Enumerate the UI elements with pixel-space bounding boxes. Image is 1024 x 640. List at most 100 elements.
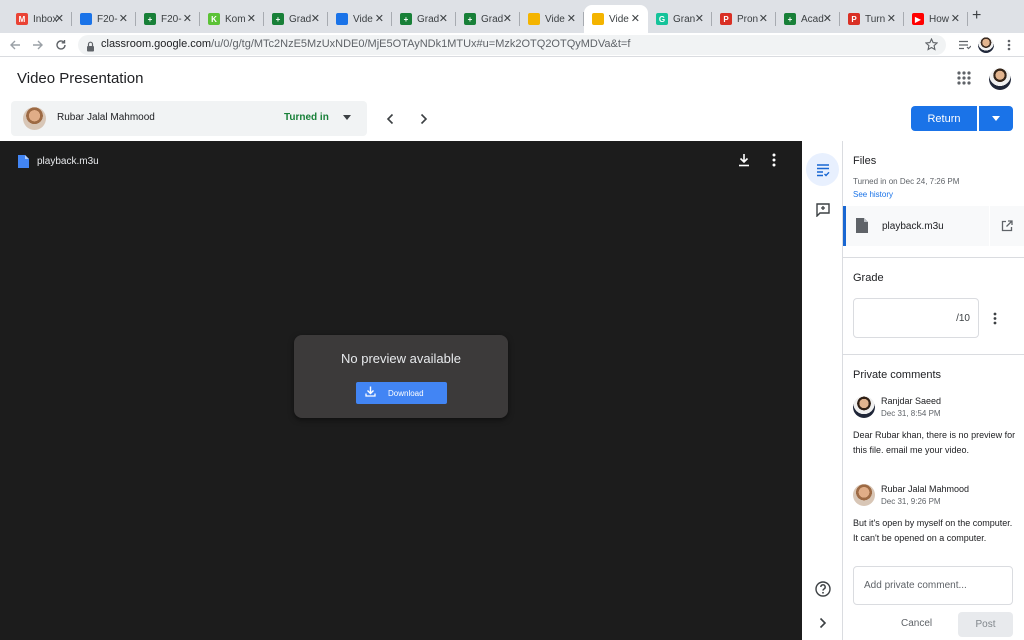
browser-tab[interactable]: + Grad ✕ — [456, 5, 520, 33]
close-icon[interactable]: ✕ — [439, 12, 448, 26]
return-button[interactable]: Return — [911, 106, 977, 131]
checklist-icon — [816, 163, 830, 177]
browser-tab[interactable]: Vide ✕ — [584, 5, 648, 33]
download-icon[interactable] — [737, 153, 751, 172]
see-history-link[interactable]: See history — [853, 190, 893, 199]
section-divider — [843, 354, 1024, 355]
section-divider — [843, 257, 1024, 258]
close-icon[interactable]: ✕ — [695, 12, 704, 26]
browser-tab[interactable]: + Grad ✕ — [392, 5, 456, 33]
collapse-panel-button[interactable] — [806, 606, 839, 639]
viewer-file-name: playback.m3u — [37, 156, 99, 167]
kahoot-icon: K — [208, 13, 220, 25]
slides-icon — [528, 13, 540, 25]
dropdown-arrow-icon — [992, 116, 1000, 121]
gmail-icon: M — [16, 13, 28, 25]
private-comments-heading: Private comments — [853, 369, 942, 381]
turnitin-icon: Ρ — [848, 13, 860, 25]
pronunciation-icon: Ρ — [720, 13, 732, 25]
back-icon[interactable] — [6, 36, 24, 54]
browser-tab[interactable]: + Acad ✕ — [776, 5, 840, 33]
cancel-button[interactable]: Cancel — [901, 618, 932, 629]
chevron-left-icon — [386, 113, 394, 125]
new-tab-icon[interactable]: + — [972, 8, 981, 24]
help-button[interactable] — [806, 572, 839, 605]
url-path: /u/0/g/tg/MTc2NzE5MzUxNDE0/MjE5OTAyNDk1M… — [211, 38, 631, 50]
submission-status: Turned in — [284, 112, 329, 123]
grammarly-icon: G — [656, 13, 668, 25]
grade-input[interactable]: /10 — [853, 298, 979, 338]
grade-more-icon[interactable] — [989, 310, 1001, 326]
close-icon[interactable]: ✕ — [183, 12, 192, 26]
attachment-row: playback.m3u — [843, 206, 1024, 246]
browser-menu-icon[interactable] — [1000, 36, 1018, 54]
address-bar[interactable]: classroom.google.com/u/0/g/tg/MTc2NzE5Mz… — [78, 35, 946, 55]
no-preview-dialog: No preview available Download — [294, 335, 508, 418]
files-grade-tab[interactable] — [806, 153, 839, 186]
close-icon[interactable]: ✕ — [375, 12, 384, 26]
document-file-icon — [18, 155, 29, 173]
browser-tab[interactable]: + F20- ✕ — [136, 5, 200, 33]
close-icon[interactable]: ✕ — [951, 12, 960, 26]
comment-date: Dec 31, 9:26 PM — [881, 497, 941, 506]
browser-tab[interactable]: + Grad ✕ — [264, 5, 328, 33]
browser-tab[interactable]: K Kom ✕ — [200, 5, 264, 33]
browser-tab[interactable]: Ρ Pron ✕ — [712, 5, 776, 33]
close-icon[interactable]: ✕ — [823, 12, 832, 26]
bookmark-star-icon[interactable] — [924, 37, 939, 56]
tab-label: Turn — [865, 13, 886, 25]
tab-label: Vide — [545, 13, 565, 25]
tab-list: M Inbox ✕ F20- ✕ + F20- ✕ K Kom ✕ + Grad ✕ Vide ✕ + Grad ✕… — [8, 5, 968, 33]
comment-bank-tab[interactable] — [806, 193, 839, 226]
more-options-icon[interactable] — [772, 153, 776, 172]
files-heading: Files — [853, 155, 877, 167]
private-comment-input[interactable] — [854, 567, 1012, 604]
grade-denominator: /10 — [956, 313, 970, 324]
tab-label: Gran — [673, 13, 696, 25]
lock-icon — [86, 39, 95, 57]
no-preview-message: No preview available — [341, 351, 461, 366]
profile-avatar-icon[interactable] — [977, 36, 995, 54]
comment-author: Rubar Jalal Mahmood — [881, 484, 970, 494]
student-name: Rubar Jalal Mahmood — [57, 112, 155, 123]
close-icon[interactable]: ✕ — [311, 12, 320, 26]
comment-date: Dec 31, 8:54 PM — [881, 409, 941, 418]
tab-label: How — [929, 13, 950, 25]
youtube-icon: ▶ — [912, 13, 924, 25]
close-icon[interactable]: ✕ — [503, 12, 512, 26]
sheets-icon: + — [784, 13, 796, 25]
grading-panel: Files Turned in on Dec 24, 7:26 PM See h… — [843, 141, 1024, 640]
next-student-button[interactable] — [416, 111, 432, 127]
close-icon[interactable]: ✕ — [119, 12, 128, 26]
browser-tab[interactable]: M Inbox ✕ — [8, 5, 72, 33]
account-avatar[interactable] — [989, 68, 1011, 90]
close-icon[interactable]: ✕ — [887, 12, 896, 26]
download-button[interactable]: Download — [356, 382, 447, 404]
avatar — [853, 396, 875, 418]
close-icon[interactable]: ✕ — [567, 12, 576, 26]
reading-list-icon[interactable] — [955, 36, 973, 54]
private-comment-field[interactable] — [853, 566, 1013, 605]
browser-tab[interactable]: Ρ Turn ✕ — [840, 5, 904, 33]
attachment-item[interactable]: playback.m3u — [843, 206, 989, 246]
open-in-new-icon[interactable] — [990, 206, 1024, 246]
post-button[interactable]: Post — [958, 612, 1013, 637]
google-apps-icon[interactable] — [957, 71, 973, 87]
browser-tab[interactable]: ▶ How ✕ — [904, 5, 968, 33]
close-icon[interactable]: ✕ — [247, 12, 256, 26]
browser-tab[interactable]: Vide ✕ — [328, 5, 392, 33]
previous-student-button[interactable] — [382, 111, 398, 127]
close-icon[interactable]: ✕ — [55, 12, 64, 26]
tab-label: Pron — [737, 13, 759, 25]
student-selector[interactable]: Rubar Jalal Mahmood Turned in — [11, 101, 367, 136]
tab-label: F20- — [97, 13, 118, 25]
close-icon[interactable]: ✕ — [631, 12, 640, 26]
browser-tab[interactable]: G Gran ✕ — [648, 5, 712, 33]
forward-icon[interactable] — [29, 36, 47, 54]
return-options-button[interactable] — [979, 106, 1013, 131]
browser-tab[interactable]: Vide ✕ — [520, 5, 584, 33]
chevron-right-icon — [420, 113, 428, 125]
browser-tab[interactable]: F20- ✕ — [72, 5, 136, 33]
reload-icon[interactable] — [52, 36, 70, 54]
close-icon[interactable]: ✕ — [759, 12, 768, 26]
